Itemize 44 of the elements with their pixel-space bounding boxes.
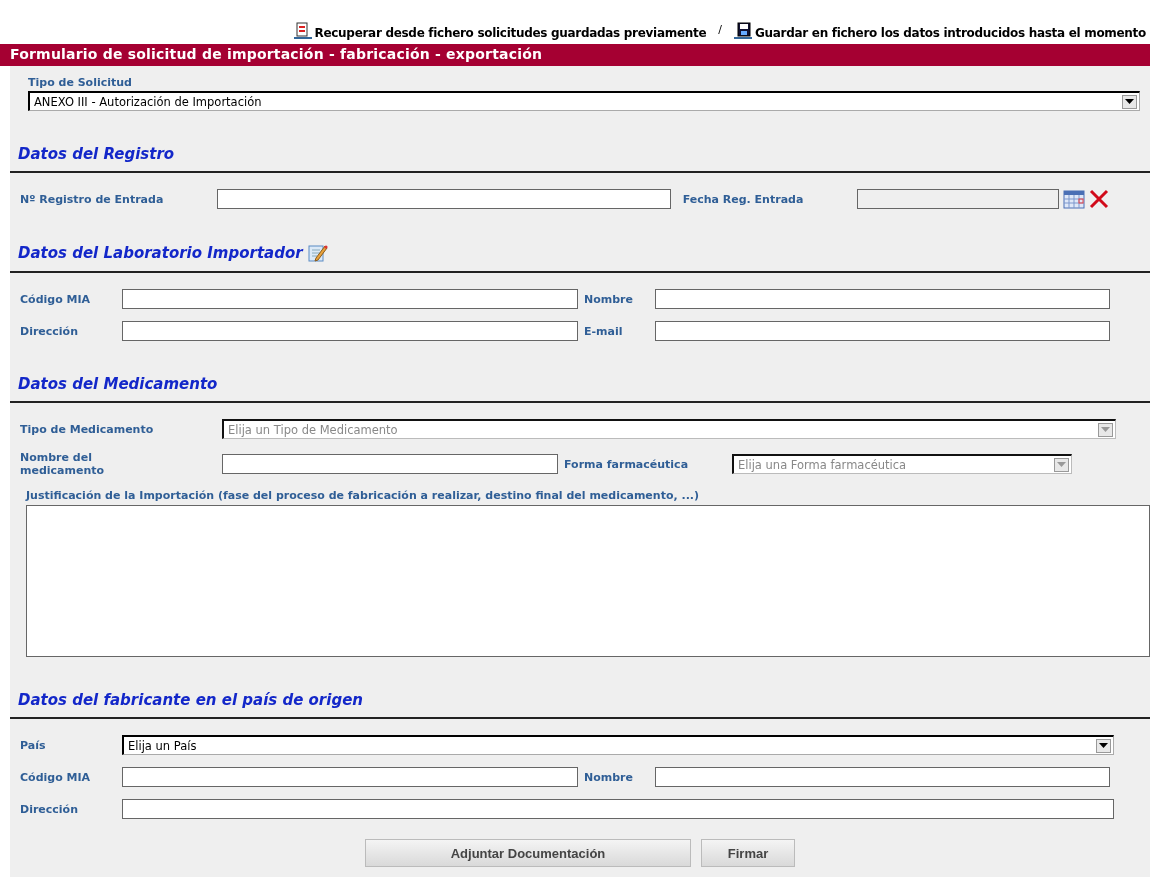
- action-button[interactable]: Firmar: [701, 839, 795, 867]
- document-icon: [293, 22, 314, 40]
- section-heading: Datos del Medicamento: [18, 375, 218, 393]
- dropdown[interactable]: ANEXO III - Autorización de Importación: [28, 91, 1140, 111]
- field-label: Dirección: [20, 802, 79, 816]
- field-label: Nombre: [584, 292, 634, 306]
- separator: /: [718, 23, 722, 38]
- caret-icon: [1099, 743, 1108, 748]
- text-field[interactable]: [655, 767, 1110, 787]
- field-label: Forma farmacéutica: [564, 457, 690, 471]
- field-label: Código MIA: [20, 292, 92, 306]
- caret-icon: [1101, 427, 1110, 432]
- toolbar-link[interactable]: Recuperar desde fichero solicitudes guardadas previamente: [293, 22, 707, 40]
- section-heading: Datos del Registro: [18, 145, 175, 163]
- field-label: Nº Registro de Entrada: [20, 192, 165, 206]
- field-label: Nombre del medicamento: [20, 451, 106, 477]
- caret-icon: [1125, 99, 1134, 104]
- text-field[interactable]: [655, 289, 1110, 309]
- field-label: Nombre: [584, 770, 634, 784]
- text-field[interactable]: [222, 454, 558, 474]
- calendar-icon[interactable]: [1062, 189, 1085, 209]
- text-field[interactable]: [216, 189, 671, 209]
- edit-icon[interactable]: [307, 243, 328, 263]
- dropdown[interactable]: Elija un País: [122, 735, 1114, 755]
- field-label: Código MIA: [20, 770, 92, 784]
- text-field[interactable]: [122, 767, 578, 787]
- text-field[interactable]: [655, 321, 1110, 341]
- field-label: Tipo de Solicitud: [28, 76, 133, 89]
- field-label: País: [20, 738, 47, 752]
- field-label: Justificación de la Importación (fase del proceso de fabricación a realizar, destino final del medicamento, ...): [26, 489, 701, 502]
- caret-icon: [1057, 462, 1066, 467]
- action-button[interactable]: Adjuntar Documentación: [365, 839, 691, 867]
- section-heading: Datos del fabricante en el país de origen: [18, 691, 363, 709]
- clear-icon[interactable]: [1088, 189, 1109, 209]
- text-field[interactable]: [122, 321, 578, 341]
- field-label: Tipo de Medicamento: [20, 422, 155, 436]
- field-label: Fecha Reg. Entrada: [682, 192, 805, 206]
- field-label: E-mail: [584, 324, 624, 338]
- toolbar-link[interactable]: Guardar en fichero los datos introducidos hasta el momento: [734, 22, 1146, 40]
- form-title-bar: Formulario de solicitud de importación - fabricación - exportación: [0, 44, 1150, 66]
- text-field[interactable]: [122, 289, 578, 309]
- section-heading: Datos del Laboratorio Importador: [18, 244, 303, 262]
- field-label: Dirección: [20, 324, 79, 338]
- text-field[interactable]: [122, 799, 1114, 819]
